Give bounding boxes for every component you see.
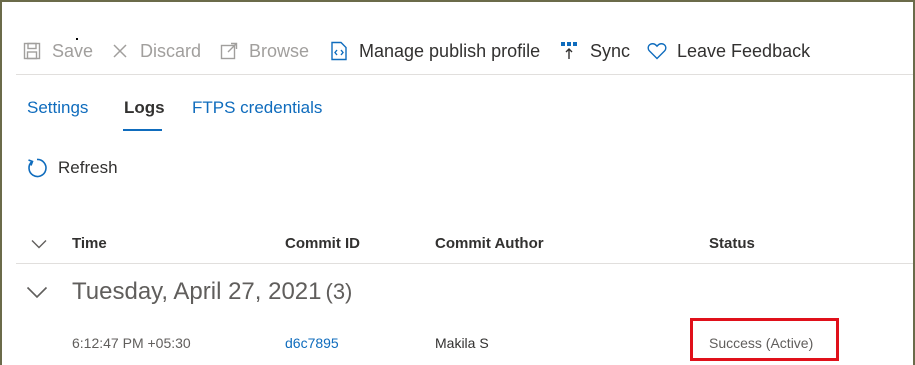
- group-header-row[interactable]: Tuesday, April 27, 2021 (3): [16, 272, 352, 312]
- heart-icon: [647, 41, 667, 61]
- save-icon: [22, 41, 42, 61]
- refresh-button[interactable]: Refresh: [26, 157, 118, 179]
- discard-button[interactable]: Discard: [110, 38, 201, 64]
- status-highlight-box: [690, 318, 839, 361]
- tab-ftps-credentials[interactable]: FTPS credentials: [192, 98, 322, 118]
- manage-publish-profile-label: Manage publish profile: [359, 40, 541, 61]
- manage-publish-profile-button[interactable]: Manage publish profile: [329, 38, 540, 64]
- leave-feedback-label: Leave Feedback: [677, 40, 811, 61]
- command-toolbar: Save Discard Browse Manage publish profi…: [16, 28, 913, 75]
- grid-header: Time Commit ID Commit Author Status: [16, 226, 913, 264]
- tab-settings[interactable]: Settings: [27, 98, 88, 118]
- cell-commit-id-link[interactable]: d6c7895: [285, 335, 339, 351]
- sync-icon: [560, 41, 580, 61]
- sync-label: Sync: [590, 40, 631, 61]
- column-header-status[interactable]: Status: [709, 235, 755, 252]
- column-header-commit-id[interactable]: Commit ID: [285, 235, 360, 252]
- column-header-time[interactable]: Time: [72, 235, 107, 252]
- discard-label: Discard: [140, 40, 202, 61]
- column-header-commit-author[interactable]: Commit Author: [435, 235, 544, 252]
- chevron-down-icon[interactable]: [26, 281, 48, 303]
- cell-time: 6:12:47 PM +05:30: [72, 335, 191, 351]
- browse-label: Browse: [249, 40, 310, 61]
- tab-logs[interactable]: Logs: [124, 98, 165, 118]
- collapse-all-chevron-icon[interactable]: [31, 236, 47, 252]
- active-tab-indicator: [123, 129, 162, 131]
- browse-button[interactable]: Browse: [219, 38, 309, 64]
- group-title: Tuesday, April 27, 2021: [72, 278, 322, 305]
- close-icon: [110, 41, 130, 61]
- refresh-icon: [26, 157, 48, 179]
- publish-profile-icon: [329, 41, 349, 61]
- save-button[interactable]: Save: [22, 38, 93, 64]
- open-external-icon: [219, 41, 239, 61]
- leave-feedback-button[interactable]: Leave Feedback: [647, 38, 810, 64]
- cell-author: Makila S: [435, 335, 489, 351]
- sync-button[interactable]: Sync: [560, 38, 630, 64]
- group-count: (3): [325, 279, 353, 304]
- save-label: Save: [52, 40, 94, 61]
- refresh-label: Refresh: [58, 158, 118, 177]
